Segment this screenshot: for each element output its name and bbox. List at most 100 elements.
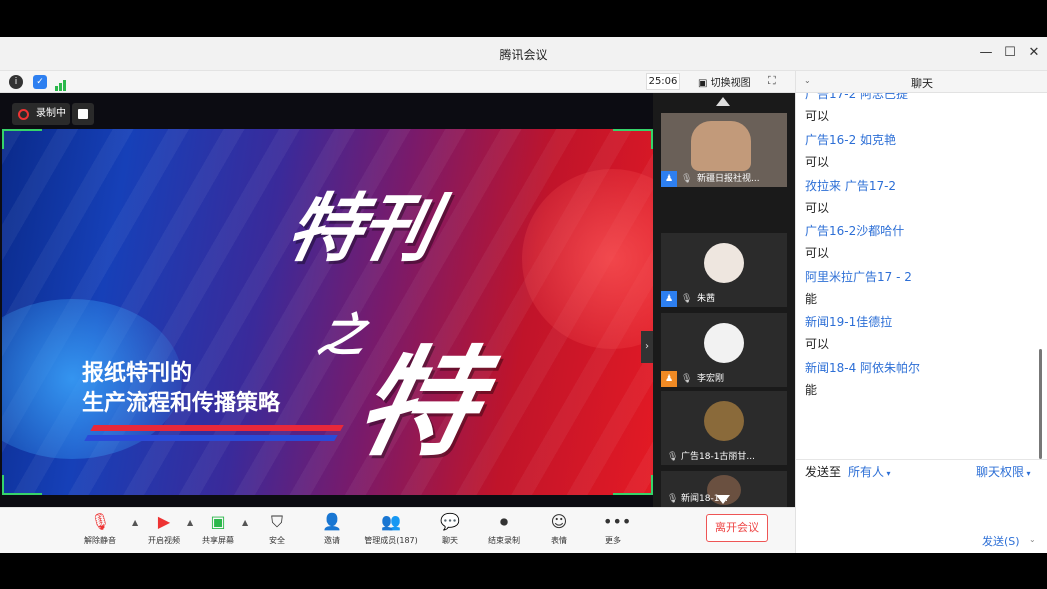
slide-subtitle-line2: 生产流程和传播策略: [82, 391, 281, 416]
info-icon[interactable]: i: [9, 75, 23, 89]
send-options-icon[interactable]: ⌄: [1029, 535, 1036, 544]
stop-recording-control-button[interactable]: ⏺ 结束录制: [474, 512, 534, 546]
security-button[interactable]: ⛉ 安全: [247, 512, 307, 546]
window-title: 腾讯会议: [499, 48, 548, 62]
share-screen-label: 共享屏幕: [202, 536, 234, 545]
chat-label: 聊天: [442, 536, 458, 545]
meeting-info-bar: i ✓ 25:06 ▣ 切换视图 ⛶: [0, 71, 795, 93]
chat-message-text: 能: [805, 383, 818, 397]
expand-panel-icon[interactable]: ›: [641, 331, 653, 363]
participant-tile[interactable]: 🎙 广告18-1古丽甘...: [661, 391, 787, 465]
participant-name: 新疆日报社视...: [697, 174, 760, 184]
slide-stripe-red: [90, 425, 344, 431]
share-screen-button[interactable]: ▣ 共享屏幕: [188, 512, 248, 546]
grid-view-icon: ▣: [698, 78, 708, 89]
send-to-dropdown[interactable]: 所有人 ▾: [848, 463, 891, 480]
meeting-window: 腾讯会议 — ☐ ✕ i ✓ 25:06 ▣ 切换视图 ⛶ 录制中 特刊 之 特…: [0, 37, 1047, 553]
avatar: [704, 323, 744, 363]
shield-icon[interactable]: ✓: [33, 75, 47, 89]
chat-header: ⌄ 聊天: [796, 71, 1047, 93]
participant-name: 广告18-1古丽甘...: [681, 452, 756, 462]
chat-divider: [796, 459, 1047, 460]
unmute-label: 解除静音: [84, 536, 116, 545]
chat-sender: 广告17-2 阿忠巴提: [805, 93, 909, 101]
avatar: [704, 401, 744, 441]
scroll-down-icon[interactable]: [716, 495, 730, 504]
participant-tile[interactable]: ♟ 🎙 新疆日报社视...: [661, 113, 787, 187]
participant-tile[interactable]: ♟ 🎙 李宏刚: [661, 313, 787, 387]
chat-message-text: 可以: [805, 201, 830, 215]
maximize-icon[interactable]: ☐: [1002, 45, 1018, 61]
chat-message-text: 可以: [805, 246, 830, 260]
security-label: 安全: [269, 536, 285, 545]
chat-panel: ⌄ 聊天 广告17-2 阿忠巴提 可以 广告16-2 如克艳 可以 孜拉来 广告…: [795, 71, 1047, 553]
share-screen-icon: ▣: [210, 512, 226, 531]
emoji-icon: ☺: [550, 512, 568, 531]
leave-meeting-button[interactable]: 离开会议: [706, 514, 768, 542]
stop-recording-button[interactable]: [72, 103, 94, 125]
shield-icon: ⛉: [270, 512, 283, 531]
chat-sender: 广告16-2 如克艳: [805, 133, 897, 147]
send-button[interactable]: 发送(S): [982, 533, 1020, 549]
manage-members-button[interactable]: 👥 管理成员(187): [356, 512, 426, 546]
invite-label: 邀请: [324, 536, 340, 545]
add-user-icon: 👤: [322, 512, 342, 531]
fullscreen-icon[interactable]: ⛶: [768, 74, 776, 88]
invite-button[interactable]: 👤 邀请: [302, 512, 362, 546]
participant-name: 朱茜: [697, 294, 716, 304]
stop-record-icon: ⏺: [499, 512, 508, 531]
members-icon: 👥: [381, 512, 401, 531]
presentation-slide: 特刊 之 特 报纸特刊的 生产流程和传播策略: [2, 129, 653, 495]
chat-sender: 新闻18-4 阿依朱帕尔: [805, 361, 921, 375]
mic-muted-icon: 🎙: [90, 512, 111, 531]
chat-sender: 新闻19-1佳德拉: [805, 315, 893, 329]
chat-sender: 阿里米拉广告17 - 2: [805, 270, 912, 284]
emoji-label: 表情: [551, 536, 567, 545]
share-frame-corner: [613, 129, 653, 149]
bottom-letterbox: [0, 553, 1047, 589]
stop-icon: [78, 109, 88, 119]
switch-view-label: 切换视图: [710, 78, 751, 89]
record-dot-icon: [18, 109, 29, 120]
chat-message-text: 可以: [805, 337, 830, 351]
send-to-label: 发送至: [805, 465, 842, 479]
scroll-up-icon[interactable]: [716, 97, 730, 106]
meeting-control-bar: 🎙 解除静音 ▲ ▶ 开启视频 ▲ ▣ 共享屏幕 ▲ ⛉ 安全 👤 邀请 👥 管…: [0, 507, 795, 553]
more-icon: •••: [603, 512, 632, 531]
minimize-icon[interactable]: —: [978, 45, 994, 61]
unmute-button[interactable]: 🎙 解除静音: [70, 512, 130, 546]
participant-video: [691, 121, 751, 171]
chat-button[interactable]: 💬 聊天: [420, 512, 480, 546]
more-button[interactable]: ••• 更多: [583, 512, 643, 546]
chat-input[interactable]: [804, 485, 1040, 529]
top-letterbox: [0, 0, 1047, 37]
caret-down-icon: ▾: [884, 469, 891, 478]
chat-permission-label: 聊天权限: [976, 465, 1025, 479]
manage-members-label: 管理成员(187): [364, 536, 418, 545]
participant-tile[interactable]: ♟ 🎙 朱茜: [661, 233, 787, 307]
video-off-icon: ▶: [157, 512, 171, 531]
video-button[interactable]: ▶ 开启视频: [134, 512, 194, 546]
share-frame-corner: [2, 475, 42, 495]
emoji-button[interactable]: ☺ 表情: [529, 512, 589, 546]
close-icon[interactable]: ✕: [1026, 45, 1042, 61]
chat-message-list[interactable]: 广告17-2 阿忠巴提 可以 广告16-2 如克艳 可以 孜拉来 广告17-2 …: [796, 93, 1047, 459]
chat-sender: 广告16-2沙都哈什: [805, 224, 905, 238]
switch-view-button[interactable]: ▣ 切换视图: [698, 74, 751, 89]
chat-message-text: 可以: [805, 109, 830, 123]
participant-strip: ♟ 🎙 新疆日报社视... ♟ 🎙 朱茜 ♟ 🎙 李宏刚 🎙 广告18-1古丽甘…: [653, 93, 795, 507]
slide-stripe-blue: [84, 435, 338, 441]
signal-icon[interactable]: [55, 76, 67, 91]
video-label: 开启视频: [148, 536, 180, 545]
chat-scrollbar[interactable]: [1039, 349, 1042, 459]
shared-screen-area: 录制中 特刊 之 特 报纸特刊的 生产流程和传播策略 ›: [0, 93, 653, 507]
chat-icon: 💬: [440, 512, 460, 531]
chat-sender: 孜拉来 广告17-2: [805, 179, 897, 193]
slide-subtitle-line1: 报纸特刊的: [82, 361, 193, 386]
stop-recording-label: 结束录制: [488, 536, 520, 545]
recording-label: 录制中: [36, 108, 66, 119]
meeting-timer: 25:06: [646, 73, 680, 90]
chat-permission-dropdown[interactable]: 聊天权限 ▾: [976, 463, 1031, 480]
slide-title-part1: 特刊: [279, 186, 442, 272]
avatar: [704, 243, 744, 283]
